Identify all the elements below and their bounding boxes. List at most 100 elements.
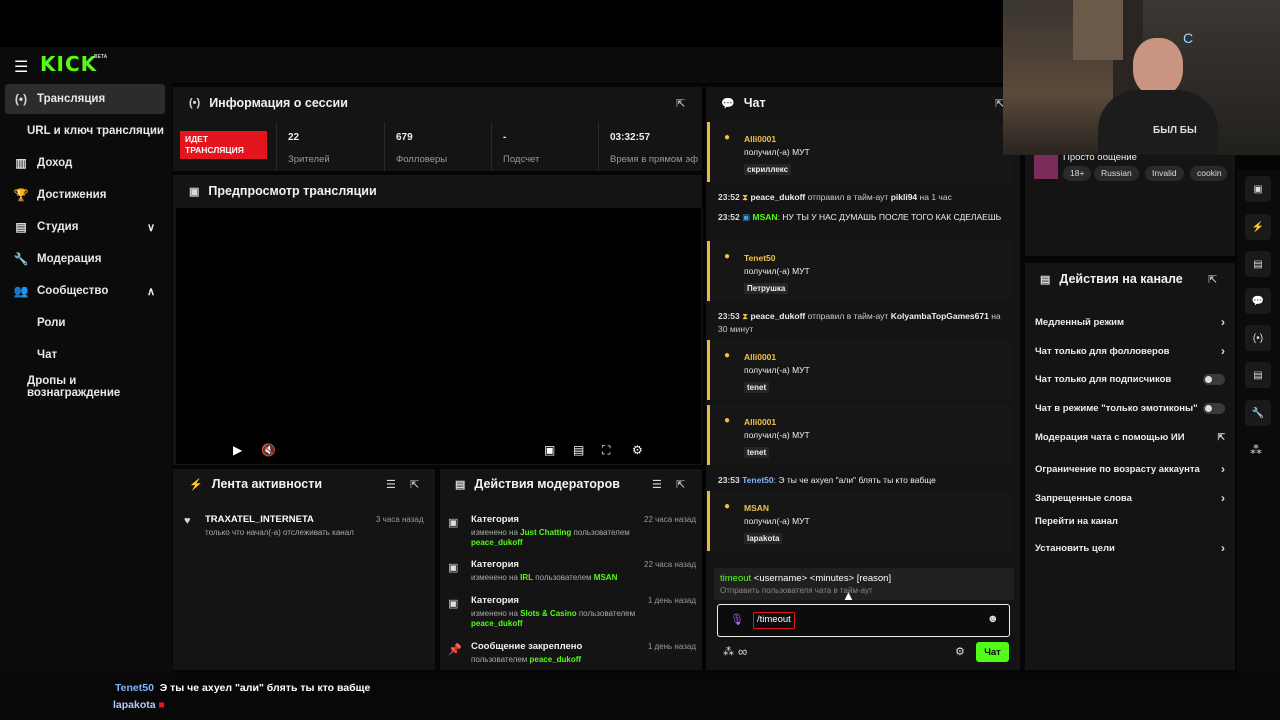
kick-logo[interactable]: KICK xyxy=(40,52,97,76)
chat-username[interactable]: peace_dukoff xyxy=(750,192,805,202)
sidebar-item-studio[interactable]: ▤ Студия ∨ xyxy=(5,212,165,242)
chat-system-line: 23:53 ⧗ peace_dukoff отправил в тайм-аут… xyxy=(718,310,1008,336)
sidebar-item-drops[interactable]: Дропы и вознаграждение xyxy=(5,372,170,402)
command-name: timeout xyxy=(720,573,752,584)
popout-icon[interactable]: ⇱ xyxy=(676,478,685,491)
video-player[interactable] xyxy=(176,208,701,464)
chat-settings-icon[interactable]: ⚙ xyxy=(955,645,965,658)
mic-icon[interactable]: 🎙 xyxy=(730,613,744,626)
action-ai-moderation[interactable]: Модерация чата с помощью ИИ ⇱ xyxy=(1035,432,1225,443)
sidebar-item-label: Доход xyxy=(37,157,73,169)
chat-username[interactable]: Tenet50 xyxy=(744,253,776,263)
channel-icon[interactable]: ▤ xyxy=(1245,362,1271,388)
chat-target[interactable]: pikli94 xyxy=(891,192,917,202)
popout-icon[interactable]: ⇱ xyxy=(1208,273,1217,286)
desc-user[interactable]: MSAN xyxy=(594,573,618,582)
category-icon: ▣ xyxy=(448,598,459,610)
chat-bubble-icon[interactable]: 💬 xyxy=(1245,288,1271,314)
sidebar-item-label: Трансляция xyxy=(37,93,106,105)
session-info-title: (•) Информация о сессии xyxy=(189,96,348,110)
stream-chat-overlay xyxy=(0,673,1280,720)
action-subscribers-only[interactable]: Чат только для подписчиков xyxy=(1035,374,1225,385)
command-args: <username> <minutes> [reason] xyxy=(753,573,892,584)
activity-user[interactable]: TRAXATEL_INTERNETA xyxy=(205,514,314,525)
chat-target[interactable]: скриллекс xyxy=(744,164,792,175)
mouse-cursor-icon: ▲ xyxy=(842,588,855,603)
webcam-head xyxy=(1133,38,1183,96)
wrench-icon[interactable]: 🔧 xyxy=(1245,400,1271,426)
sidebar-item-broadcast[interactable]: (•) Трансляция xyxy=(5,84,165,114)
action-slow-mode[interactable]: Медленный режим › xyxy=(1035,315,1225,329)
people-icon[interactable]: ⁂ xyxy=(723,645,734,658)
sidebar-item-label: Сообщество xyxy=(37,285,109,297)
tag-pill[interactable]: Invalid xyxy=(1145,166,1184,181)
chat-target[interactable]: Петрушка xyxy=(744,283,789,294)
chat-send-button[interactable]: Чат xyxy=(976,642,1009,662)
chat-bubble-icon: 💬 xyxy=(721,97,735,110)
play-icon[interactable]: ▶ xyxy=(233,443,242,457)
command-suggestion[interactable]: timeout <username> <minutes> [reason] От… xyxy=(714,568,1014,600)
chat-username[interactable]: Alli0001 xyxy=(744,352,776,362)
action-banned-words[interactable]: Запрещенные слова › xyxy=(1035,491,1225,505)
chat-message: 23:53 Tenet50: Э ты че ахуел "али" блять… xyxy=(718,475,936,485)
modaction-time: 22 часа назад xyxy=(644,515,696,524)
action-emote-only[interactable]: Чат в режиме "только эмотиконы" xyxy=(1035,403,1225,414)
desc-value: Just Chatting xyxy=(520,528,572,537)
chat-username[interactable]: MSAN xyxy=(744,503,769,513)
sidebar-item-income[interactable]: ▥ Доход xyxy=(5,148,165,178)
filter-icon[interactable]: ☰ xyxy=(652,478,662,491)
mod-hat-icon: ● xyxy=(724,415,731,426)
popout-icon[interactable]: ⇱ xyxy=(676,97,685,110)
mute-icon[interactable]: 🔇 xyxy=(261,443,276,457)
sidebar-item-achievements[interactable]: 🏆 Достижения xyxy=(5,180,165,210)
mod-hat-icon: ● xyxy=(724,350,731,361)
chat-target[interactable]: KolyambaTopGames671 xyxy=(891,311,989,321)
fullscreen-icon[interactable]: ⛶ xyxy=(602,443,610,458)
desc-user[interactable]: peace_dukoff xyxy=(471,538,523,547)
tag-pill[interactable]: Russian xyxy=(1094,166,1139,181)
emoji-icon[interactable]: ☻ xyxy=(987,613,999,625)
toggle-switch[interactable] xyxy=(1203,403,1225,414)
tag-pill[interactable]: cookin xyxy=(1190,166,1227,181)
chat-message: 23:52 ▣ MSAN: НУ ТЫ У НАС ДУМАШЬ ПОСЛЕ Т… xyxy=(718,212,1002,222)
chat-username[interactable]: peace_dukoff xyxy=(750,311,805,321)
settings-gear-icon[interactable]: ⚙ xyxy=(632,443,643,457)
tag-pill[interactable]: 18+ xyxy=(1063,166,1092,181)
chat-username[interactable]: Tenet50 xyxy=(742,475,774,485)
chat-target[interactable]: tenet xyxy=(744,447,770,458)
lightning-icon[interactable]: ⚡ xyxy=(1245,214,1271,240)
desc-pre: изменено на xyxy=(471,573,518,582)
desc-pre: пользователем xyxy=(471,655,528,664)
clip-icon[interactable]: ▣ xyxy=(1245,176,1271,202)
chat-input[interactable]: /timeout xyxy=(753,612,795,629)
chat-target[interactable]: lapakota xyxy=(744,533,783,544)
sidebar-item-roles[interactable]: Роли xyxy=(5,308,165,338)
action-set-goals[interactable]: Установить цели › xyxy=(1035,541,1225,555)
filter-icon[interactable]: ☰ xyxy=(386,478,396,491)
chat-target[interactable]: tenet xyxy=(744,382,770,393)
category-thumbnail[interactable] xyxy=(1034,155,1058,179)
theater-icon[interactable]: ▤ xyxy=(573,443,584,457)
document-icon[interactable]: ▤ xyxy=(1245,251,1271,277)
people-icon[interactable]: ⁂ xyxy=(1250,443,1262,457)
action-go-to-channel[interactable]: Перейти на канал xyxy=(1035,516,1225,527)
chat-username[interactable]: Alli0001 xyxy=(744,417,776,427)
chat-mute-message: ● Alli0001 получил(-а) МУТ tenet xyxy=(707,405,1012,465)
popout-icon[interactable]: ⇱ xyxy=(410,478,419,491)
infinity-icon[interactable]: ∞ xyxy=(738,644,747,659)
menu-icon[interactable]: ☰ xyxy=(14,57,28,77)
chat-username[interactable]: Alli0001 xyxy=(744,134,776,144)
sidebar-item-community[interactable]: 👥 Сообщество ∧ xyxy=(5,276,165,306)
chat-username[interactable]: MSAN xyxy=(753,212,778,222)
sidebar-item-moderation[interactable]: 🔧 Модерация xyxy=(5,244,165,274)
desc-user[interactable]: peace_dukoff xyxy=(471,619,523,628)
desc-user[interactable]: peace_dukoff xyxy=(530,655,582,664)
modaction-time: 1 день назад xyxy=(647,642,696,651)
action-account-age[interactable]: Ограничение по возрасту аккаунта › xyxy=(1035,462,1225,476)
pip-icon[interactable]: ▣ xyxy=(544,443,555,457)
sidebar-item-url-key[interactable]: URL и ключ трансляции xyxy=(5,116,165,146)
toggle-switch[interactable] xyxy=(1203,374,1225,385)
action-followers-only[interactable]: Чат только для фолловеров › xyxy=(1035,344,1225,358)
broadcast-icon[interactable]: (•) xyxy=(1245,325,1271,351)
sidebar-item-chat[interactable]: Чат xyxy=(5,340,165,370)
